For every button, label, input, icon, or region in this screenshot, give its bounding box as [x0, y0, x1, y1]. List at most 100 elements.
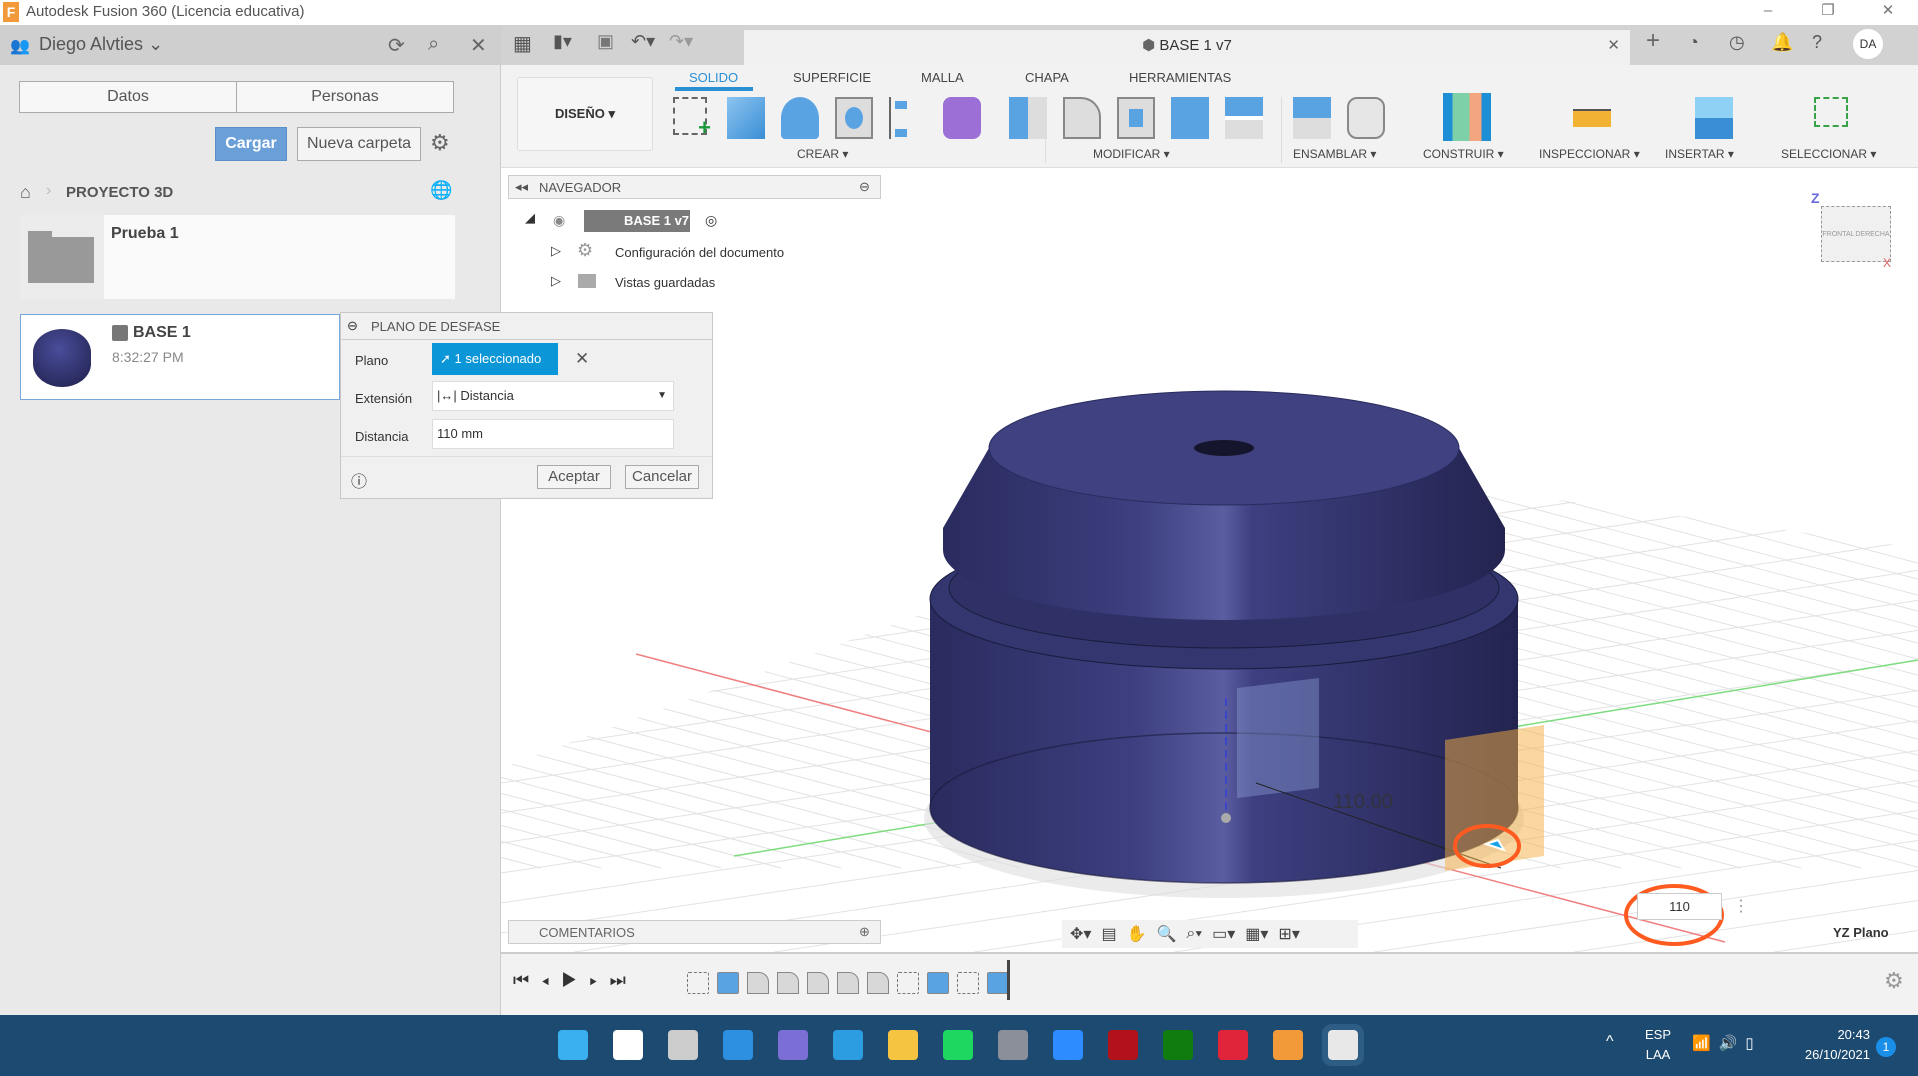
notifications-bell-icon[interactable]: 🔔	[1771, 32, 1793, 53]
tab-malla[interactable]: MALLA	[921, 70, 964, 85]
zoom-icon[interactable]: 🔍	[1156, 924, 1176, 944]
plane-selection-button[interactable]: ➚ 1 seleccionado	[432, 343, 558, 375]
cancel-button[interactable]: Cancelar	[625, 465, 699, 489]
view-cube-right-face[interactable]: DERECHA	[1855, 231, 1889, 238]
timeline-sketch-icon[interactable]	[897, 972, 919, 994]
globe-icon[interactable]: 🌐	[430, 180, 452, 201]
upload-button[interactable]: Cargar	[215, 127, 287, 161]
taskbar-red-app-icon[interactable]	[1108, 1030, 1138, 1060]
job-status-icon[interactable]: ◔	[1688, 32, 1699, 53]
look-at-icon[interactable]: ▤	[1101, 924, 1116, 944]
view-cube-front-face[interactable]: FRONTAL	[1822, 231, 1854, 238]
user-menu[interactable]: Diego Alvties ⌄	[39, 34, 163, 55]
activate-radio-icon[interactable]: ◎	[705, 212, 717, 229]
clock[interactable]: 20:43 26/10/2021	[1790, 1025, 1870, 1065]
browser-panel-header[interactable]: ◂◂ NAVEGADOR ⊖	[508, 175, 881, 199]
group-modificar[interactable]: MODIFICAR ▾	[1093, 147, 1170, 161]
settings-gear-icon[interactable]: ⚙	[430, 130, 450, 156]
taskbar-search-icon[interactable]	[613, 1030, 643, 1060]
info-icon[interactable]: ⓘ	[351, 468, 367, 492]
extent-dropdown[interactable]: |↔| Distancia ▼	[432, 381, 674, 411]
distance-field[interactable]: 110 mm	[432, 419, 674, 449]
group-inspeccionar[interactable]: INSPECCIONAR ▾	[1539, 147, 1640, 161]
distance-input[interactable]: 110	[1637, 893, 1722, 920]
timeline-playback-controls[interactable]: ⏮◂▶▸⏭	[513, 970, 638, 991]
document-tab[interactable]: ⬢ BASE 1 v7 ✕	[744, 30, 1630, 65]
shell-icon[interactable]	[1117, 97, 1155, 139]
timeline-fillet-icon[interactable]	[807, 972, 829, 994]
apps-grid-icon[interactable]: ▦	[513, 31, 532, 56]
tab-chapa[interactable]: CHAPA	[1025, 70, 1069, 85]
construct-plane-icon[interactable]	[1443, 93, 1491, 141]
press-pull-icon[interactable]	[1009, 97, 1047, 139]
timeline-fillet-icon[interactable]	[777, 972, 799, 994]
fillet-icon[interactable]	[1063, 97, 1101, 139]
timeline-fillet-icon[interactable]	[747, 972, 769, 994]
timeline-sketch-icon[interactable]	[687, 972, 709, 994]
undo-icon[interactable]: ↶▾	[631, 31, 655, 52]
timeline-revolve-icon[interactable]	[717, 972, 739, 994]
taskbar-xbox-icon[interactable]	[1163, 1030, 1193, 1060]
taskbar-opera-icon[interactable]	[1218, 1030, 1248, 1060]
tab-personas[interactable]: Personas	[236, 81, 454, 113]
visibility-eye-icon[interactable]: ◉	[553, 212, 565, 229]
new-component-icon[interactable]	[1293, 97, 1331, 139]
split-body-icon[interactable]	[1225, 97, 1263, 139]
measure-icon[interactable]	[1573, 109, 1611, 127]
more-options-icon[interactable]: ⋮	[1733, 896, 1749, 916]
taskbar-teams-icon[interactable]	[778, 1030, 808, 1060]
taskbar-spotify-icon[interactable]	[943, 1030, 973, 1060]
language-indicator[interactable]: ESP LAA	[1645, 1025, 1671, 1065]
browser-item-named-views[interactable]: Vistas guardadas	[615, 275, 715, 290]
create-form-icon[interactable]	[943, 97, 981, 139]
show-hidden-icons-chevron-icon[interactable]: ^	[1606, 1033, 1614, 1051]
fit-icon[interactable]: ⌕▾	[1186, 925, 1202, 943]
group-insertar[interactable]: INSERTAR ▾	[1665, 147, 1734, 161]
group-seleccionar[interactable]: SELECCIONAR ▾	[1781, 147, 1876, 161]
redo-icon[interactable]: ↷▾	[669, 31, 693, 52]
ok-button[interactable]: Aceptar	[537, 465, 611, 489]
collapse-dialog-icon[interactable]: ⊖	[347, 318, 358, 334]
browser-item-document-settings[interactable]: Configuración del documento	[615, 245, 784, 260]
view-cube[interactable]: Z FRONTAL DERECHA X	[1811, 190, 1901, 270]
pan-hand-icon[interactable]: ✋	[1127, 924, 1147, 944]
tab-solido[interactable]: SOLIDO	[689, 70, 738, 85]
taskbar-snipping-tool-icon[interactable]	[1322, 1024, 1364, 1066]
timeline-marker[interactable]	[1007, 960, 1010, 1000]
new-tab-plus-icon[interactable]: +	[1646, 27, 1660, 55]
taskbar-edge-icon[interactable]	[833, 1030, 863, 1060]
add-comment-icon[interactable]: ⊕	[859, 924, 870, 940]
viewports-icon[interactable]: ⊞▾	[1278, 924, 1299, 944]
timeline-fillet-icon[interactable]	[867, 972, 889, 994]
close-window-button[interactable]: ✕	[1868, 0, 1908, 25]
file-menu-icon[interactable]: ▮▾	[553, 31, 572, 52]
taskbar-zoom-icon[interactable]	[1053, 1030, 1083, 1060]
display-settings-icon[interactable]: ▭▾	[1212, 924, 1235, 944]
home-icon[interactable]: ⌂	[20, 182, 31, 203]
combine-icon[interactable]	[1171, 97, 1209, 139]
pattern-icon[interactable]	[889, 97, 927, 139]
taskbar-fusion-360-icon[interactable]	[1273, 1030, 1303, 1060]
tab-superficie[interactable]: SUPERFICIE	[793, 70, 871, 85]
expand-root-icon[interactable]: ◢	[525, 210, 535, 226]
timeline-sketch-icon[interactable]	[957, 972, 979, 994]
avatar[interactable]: DA	[1853, 29, 1883, 59]
list-item-selected[interactable]: BASE 1 8:32:27 PM	[20, 314, 340, 400]
notification-badge[interactable]: 1	[1876, 1037, 1896, 1057]
tab-herramientas[interactable]: HERRAMIENTAS	[1129, 70, 1231, 85]
timeline-fillet-icon[interactable]	[837, 972, 859, 994]
system-tray[interactable]: 📶🔊▯	[1692, 1034, 1762, 1052]
taskbar-settings-icon[interactable]	[998, 1030, 1028, 1060]
minimize-button[interactable]: –	[1748, 0, 1788, 25]
taskbar-task-view-icon[interactable]	[668, 1030, 698, 1060]
select-icon[interactable]	[1814, 97, 1848, 127]
clock-icon[interactable]: ◷	[1729, 32, 1745, 53]
expand-icon[interactable]: ▷	[551, 273, 561, 289]
expand-icon[interactable]: ▷	[551, 243, 561, 259]
taskbar-widgets-icon[interactable]	[723, 1030, 753, 1060]
refresh-icon[interactable]: ⟳	[388, 33, 405, 58]
grid-settings-icon[interactable]: ▦▾	[1245, 924, 1268, 944]
insert-image-icon[interactable]	[1695, 97, 1733, 139]
tab-datos[interactable]: Datos	[19, 81, 237, 113]
search-icon[interactable]: ⌕	[428, 33, 439, 56]
